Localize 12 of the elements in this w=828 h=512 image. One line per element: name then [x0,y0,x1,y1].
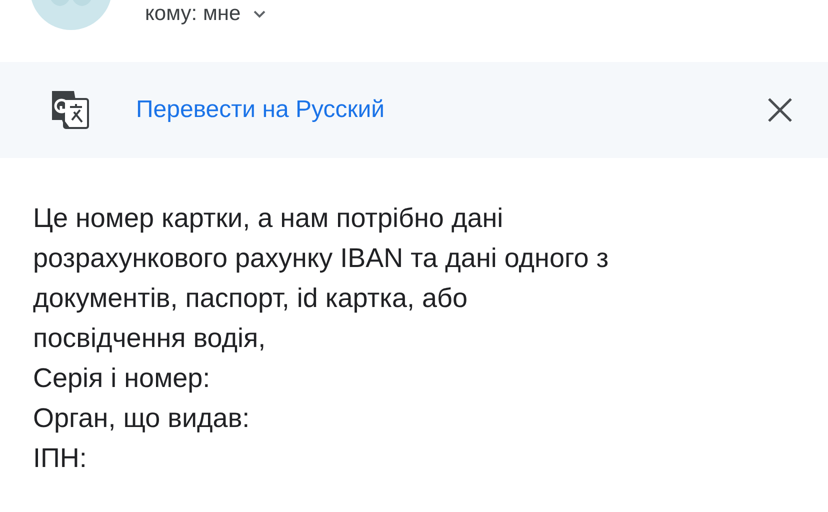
message-text: документів, паспорт, id картка, або [33,282,469,315]
message-text: розрахункового рахунку IBAN та дані одного з [33,242,610,275]
message-text: Серія і номер: [33,362,212,395]
message-text: Орган, що видав: [33,402,251,435]
recipient-dropdown[interactable]: кому: мне [145,0,266,28]
translate-icon [50,90,90,130]
translate-link[interactable]: Перевести на Русский [136,96,766,124]
message-text: посвідчення водія, [33,322,267,355]
close-icon[interactable] [766,96,794,124]
chevron-down-icon [252,10,266,18]
message-text: Це номер картки, а нам потрібно дані [33,202,504,235]
message-text: ІПН: [33,442,88,475]
